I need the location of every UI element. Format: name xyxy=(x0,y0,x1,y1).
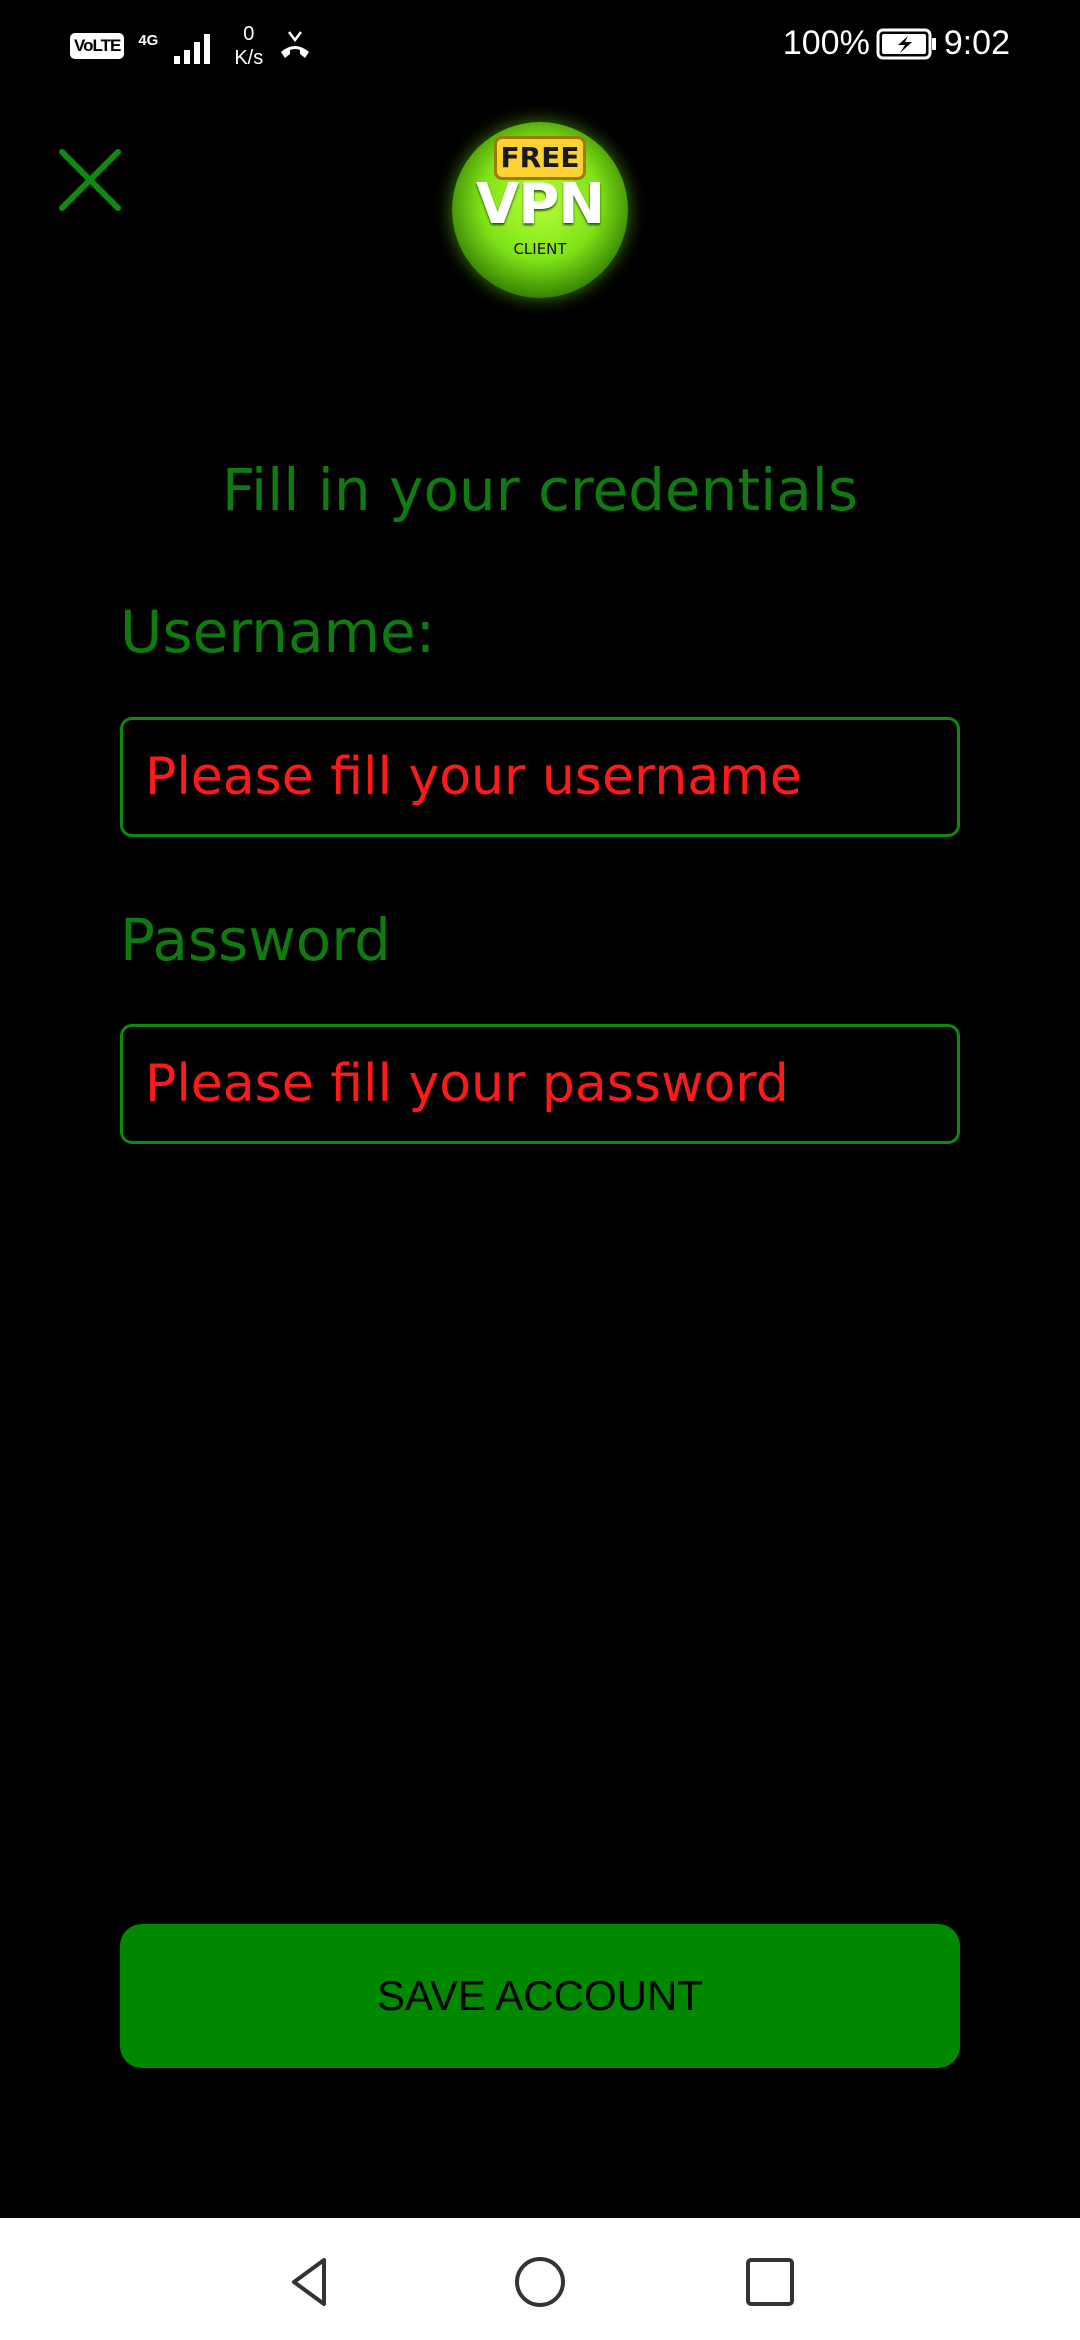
network-speed: 0 K/s xyxy=(234,22,263,70)
volte-indicator: VoLTE xyxy=(70,33,125,59)
username-label: Username: xyxy=(120,598,436,666)
home-icon[interactable] xyxy=(512,2254,568,2310)
status-left: VoLTE 4G 0 K/s xyxy=(70,22,313,70)
username-input[interactable] xyxy=(120,717,960,837)
battery-percent: 100% xyxy=(782,24,870,62)
status-right: 100% 9:02 xyxy=(783,24,1010,63)
recent-apps-icon[interactable] xyxy=(742,2254,798,2310)
missed-call-icon xyxy=(281,31,310,58)
battery-charging-icon xyxy=(876,28,936,59)
logo-title: VPN xyxy=(475,172,605,237)
back-icon[interactable] xyxy=(282,2254,338,2310)
speed-value: 0 xyxy=(243,23,255,45)
password-label: Password xyxy=(120,906,391,974)
screen: VoLTE 4G 0 K/s 100% 9:02 FREE VPN CLIENT… xyxy=(0,0,1080,2340)
clock: 9:02 xyxy=(943,24,1010,62)
signal-icon xyxy=(174,34,211,64)
speed-unit: K/s xyxy=(234,47,264,69)
logo-subtitle: CLIENT xyxy=(513,240,567,258)
status-bar: VoLTE 4G 0 K/s 100% 9:02 xyxy=(0,0,1080,92)
close-button[interactable] xyxy=(56,146,124,214)
navigation-bar xyxy=(0,2218,1080,2340)
app-logo: FREE VPN CLIENT xyxy=(452,122,628,298)
page-title: Fill in your credentials xyxy=(221,456,859,524)
save-account-button[interactable]: SAVE ACCOUNT xyxy=(120,1924,960,2068)
network-type: 4G xyxy=(138,31,159,49)
password-input[interactable] xyxy=(120,1024,960,1144)
close-icon xyxy=(59,149,121,211)
